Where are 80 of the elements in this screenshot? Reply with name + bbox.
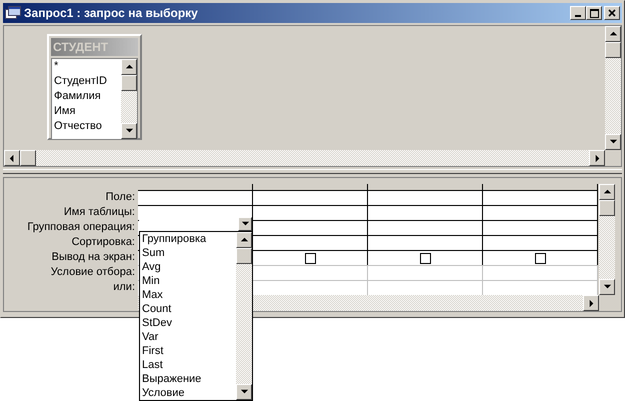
scroll-down-button[interactable] [599, 279, 615, 295]
grid-cell[interactable] [483, 190, 598, 205]
grid-cell[interactable] [253, 250, 368, 265]
show-checkbox[interactable] [534, 252, 546, 264]
dropdown-option[interactable]: Count [142, 302, 236, 316]
vertical-scrollbar[interactable] [236, 232, 252, 400]
grid-cell[interactable] [368, 205, 483, 220]
vertical-scrollbar[interactable] [121, 59, 137, 139]
dropdown-option[interactable]: Sum [142, 246, 236, 260]
combo-field[interactable] [139, 217, 252, 231]
row-label: Групповая операция: [26, 220, 135, 235]
dropdown-option[interactable]: First [142, 344, 236, 358]
grid-cell[interactable] [483, 235, 598, 250]
grid-cell[interactable] [368, 235, 483, 250]
scroll-thumb[interactable] [20, 150, 36, 166]
arrow-up-icon [124, 62, 134, 72]
dropdown-option[interactable]: Условие [142, 386, 236, 400]
dropdown-option[interactable]: Min [142, 274, 236, 288]
row-label: Условие отбора: [50, 265, 135, 280]
vertical-scrollbar[interactable] [605, 26, 621, 150]
dropdown-option[interactable]: Выражение [142, 372, 236, 386]
grid-cell[interactable] [253, 190, 368, 205]
minimize-button[interactable] [570, 6, 586, 20]
window-title: Запрос1 : запрос на выборку [24, 5, 199, 22]
dropdown-option[interactable]: Max [142, 288, 236, 302]
close-button[interactable] [604, 6, 620, 20]
field-list-item[interactable]: Фамилия [52, 89, 121, 104]
scroll-thumb[interactable] [605, 42, 621, 58]
scroll-up-button[interactable] [121, 59, 137, 75]
arrow-right-icon [592, 154, 602, 162]
arrow-up-icon [602, 188, 612, 196]
field-list-item[interactable]: Отчество [52, 119, 121, 134]
scroll-thumb[interactable] [599, 200, 615, 216]
grid-cell[interactable] [253, 220, 368, 235]
grid-cell[interactable] [368, 220, 483, 235]
horizontal-scrollbar[interactable] [4, 150, 605, 166]
arrow-up-icon [608, 30, 618, 38]
dropdown-option[interactable]: Var [142, 330, 236, 344]
show-checkbox[interactable] [420, 252, 430, 264]
row-label: Поле: [104, 190, 135, 205]
row-label: Сортировка: [70, 235, 135, 250]
row-label: или: [112, 280, 135, 295]
row-label: Имя таблицы: [62, 205, 135, 220]
vertical-scrollbar[interactable] [599, 184, 615, 295]
row-label: Вывод на экран: [50, 250, 135, 265]
grid-cell[interactable] [138, 190, 253, 205]
scroll-right-button[interactable] [589, 150, 605, 166]
scroll-up-button[interactable] [599, 184, 615, 200]
grid-cell[interactable] [483, 250, 598, 265]
maximize-icon [590, 8, 598, 18]
dropdown-option[interactable]: Last [142, 358, 236, 372]
scroll-right-button[interactable] [583, 295, 599, 311]
query-window-icon [5, 6, 21, 20]
arrow-right-icon [586, 298, 596, 308]
field-list-item[interactable]: Имя [52, 104, 121, 119]
dropdown-option[interactable]: Avg [142, 260, 236, 274]
grid-cell[interactable] [368, 190, 483, 205]
field-list-item[interactable]: СтудентID [52, 74, 121, 89]
scroll-up-button[interactable] [605, 26, 621, 42]
close-icon [608, 9, 616, 17]
grid-cell[interactable] [483, 205, 598, 220]
grid-cell[interactable] [253, 205, 368, 220]
arrow-left-icon [8, 154, 16, 162]
grid-cell[interactable] [368, 250, 483, 265]
grid-cell[interactable] [483, 220, 598, 235]
dropdown-option[interactable]: StDev [142, 316, 236, 330]
dropdown-button[interactable] [238, 217, 252, 231]
scroll-thumb[interactable] [236, 248, 252, 264]
field-list-item[interactable]: * [52, 59, 121, 74]
show-checkbox[interactable] [304, 252, 316, 264]
scroll-down-button[interactable] [236, 384, 252, 400]
arrow-up-icon [240, 236, 248, 244]
grid-cell[interactable] [253, 235, 368, 250]
dropdown-option[interactable]: Группировка [142, 232, 236, 246]
scroll-left-button[interactable] [4, 150, 20, 166]
scroll-up-button[interactable] [236, 232, 252, 248]
scroll-down-button[interactable] [605, 134, 621, 150]
scroll-down-button[interactable] [121, 123, 137, 139]
scroll-thumb[interactable] [121, 75, 137, 91]
maximize-button[interactable] [586, 6, 602, 20]
